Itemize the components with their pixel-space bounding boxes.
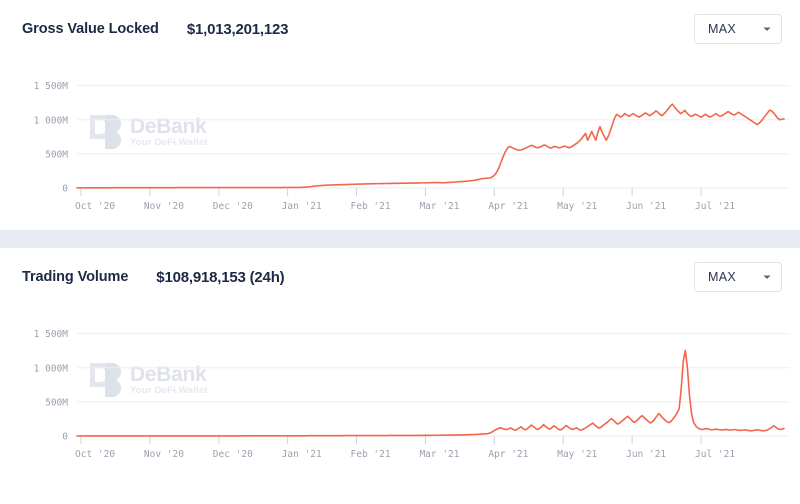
y-axis-tick-label: 1 000M [34, 115, 69, 126]
x-axis-tick-label: Oct '20 [75, 201, 115, 212]
y-axis-tick-label: 1 500M [34, 329, 69, 340]
chart-plot-area: 0 500M 1 000M 1 500M Oct '20 Nov '20 Dec '20 Ja… [34, 329, 790, 460]
x-axis-tick-label: Jan '21 [282, 201, 322, 212]
series-line-0 [76, 103, 785, 189]
x-axis-tick-label: Mar '21 [419, 201, 459, 212]
x-axis-tick-label: Feb '21 [351, 449, 391, 460]
panel-trading-volume: Trading Volume $108,918,153 (24h) MAX De… [0, 248, 800, 478]
range-selector-gvl[interactable]: MAX [694, 14, 782, 44]
y-axis-tick-label: 500M [45, 397, 68, 408]
page-title: Trading Volume [22, 269, 129, 285]
chart-trading-volume: DeBank Your DeFi Wallet 0 500M 1 000M 1 500… [0, 306, 800, 478]
metric-value: $108,918,153 (24h) [156, 268, 285, 286]
metric-value: $1,013,201,123 [186, 20, 289, 38]
y-axis-tick-label: 0 [62, 432, 68, 443]
panel-divider [0, 230, 800, 248]
panel-header: Gross Value Locked $1,013,201,123 MAX [0, 0, 800, 58]
chevron-down-icon [762, 272, 772, 282]
x-axis-tick-label: Apr '21 [488, 449, 528, 460]
x-axis-tick-label: Dec '20 [213, 201, 253, 212]
chart-plot-area: 0 500M 1 000M 1 500M Oct '20 Nov '20 Dec '20 Ja… [34, 81, 790, 212]
y-axis-tick-label: 0 [62, 184, 68, 195]
x-axis-tick-label: Jul '21 [695, 201, 735, 212]
range-selector-label: MAX [708, 22, 736, 36]
y-axis-tick-label: 1 000M [34, 363, 69, 374]
x-axis-tick-label: Dec '20 [213, 449, 253, 460]
range-selector-label: MAX [708, 270, 736, 284]
x-axis-tick-label: May '21 [557, 449, 597, 460]
y-axis-tick-label: 1 500M [34, 81, 69, 92]
x-axis-tick-label: Jun '21 [626, 201, 666, 212]
series-line-1 [76, 349, 785, 437]
x-axis-tick-label: Jan '21 [282, 449, 322, 460]
y-axis-tick-label: 500M [45, 149, 68, 160]
x-axis-tick-label: Jul '21 [695, 449, 735, 460]
x-axis-tick-label: Jun '21 [626, 449, 666, 460]
x-axis-tick-label: Mar '21 [419, 449, 459, 460]
chart-gross-value-locked: DeBank Your DeFi Wallet 0 500M 1 000M 1 500… [0, 58, 800, 230]
range-selector-volume[interactable]: MAX [694, 262, 782, 292]
x-axis-tick-label: May '21 [557, 201, 597, 212]
panel-header: Trading Volume $108,918,153 (24h) MAX [0, 248, 800, 306]
panel-gross-value-locked: Gross Value Locked $1,013,201,123 MAX De… [0, 0, 800, 230]
x-axis-tick-label: Oct '20 [75, 449, 115, 460]
chevron-down-icon [762, 24, 772, 34]
x-axis-tick-label: Apr '21 [488, 201, 528, 212]
x-axis-tick-label: Nov '20 [144, 201, 184, 212]
x-axis-tick-label: Feb '21 [351, 201, 391, 212]
page-title: Gross Value Locked [22, 21, 159, 37]
x-axis-tick-label: Nov '20 [144, 449, 184, 460]
